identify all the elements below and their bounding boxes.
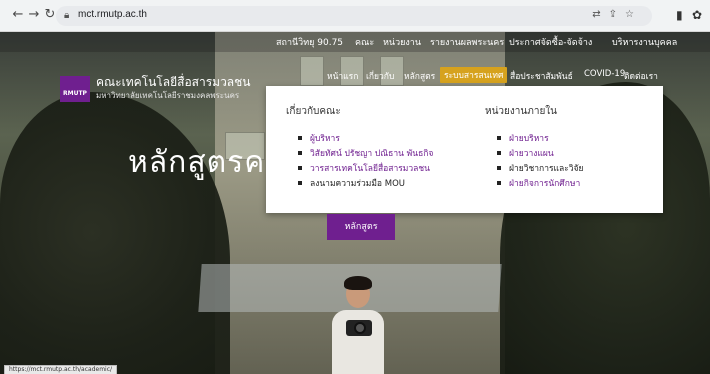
bullet-icon: [497, 136, 501, 140]
nav-curriculum[interactable]: หลักสูตร: [404, 69, 435, 83]
rmutp-logo[interactable]: RMUTP: [60, 76, 90, 102]
back-arrow-icon[interactable]: ←: [10, 7, 26, 23]
nav-pr-media[interactable]: สื่อประชาสัมพันธ์: [510, 69, 573, 83]
bullet-icon: [298, 181, 302, 185]
web-page: สถานีวิทยุ 90.75 คณะ หน่วยงาน รายงานผลพร…: [0, 32, 710, 374]
dropdown-item-student-affairs[interactable]: ฝ่ายกิจการนักศึกษา: [497, 177, 584, 192]
bullet-icon: [298, 151, 302, 155]
topbar-radio[interactable]: สถานีวิทยุ 90.75: [276, 35, 343, 49]
nav-covid[interactable]: COVID-19: [584, 69, 625, 79]
nav-home[interactable]: หน้าแรก: [327, 69, 358, 83]
dropdown-about-list: ผู้บริหาร วิสัยทัศน์ ปรัชญา ปณิธาน พันธก…: [298, 132, 433, 192]
dropdown-heading-about: เกี่ยวกับคณะ: [286, 106, 341, 117]
bullet-icon: [497, 181, 501, 185]
sidepanel-icon[interactable]: ▮: [676, 8, 683, 22]
top-utility-bar: สถานีวิทยุ 90.75 คณะ หน่วยงาน รายงานผลพร…: [0, 32, 710, 52]
topbar-faculty[interactable]: คณะ: [355, 35, 374, 49]
camera-icon: [346, 320, 372, 336]
star-icon[interactable]: ☆: [625, 9, 642, 20]
extension-icon[interactable]: ✿: [692, 8, 702, 22]
dropdown-item-planning[interactable]: ฝ่ายวางแผน: [497, 147, 584, 162]
dropdown-item-academic[interactable]: ฝ่ายวิชาการและวิจัย: [497, 162, 584, 177]
translate-icon[interactable]: ⇄: [592, 9, 608, 20]
omnibox-actions: ⇄⇪☆: [592, 9, 642, 20]
nav-contact[interactable]: ติดต่อเรา: [624, 69, 658, 83]
mega-dropdown: เกี่ยวกับคณะ ผู้บริหาร วิสัยทัศน์ ปรัชญา…: [266, 86, 663, 213]
browser-chrome: ← → ↻ 🔒︎ mct.rmutp.ac.th ⇄⇪☆ ▮ ✿: [0, 0, 710, 32]
curriculum-button[interactable]: หลักสูตร: [327, 214, 395, 240]
bullet-icon: [298, 166, 302, 170]
topbar-hr[interactable]: บริหารงานบุคคล: [612, 35, 677, 49]
share-icon[interactable]: ⇪: [609, 9, 625, 20]
photographer-figure: [332, 276, 384, 374]
background-tree-left: [0, 92, 230, 374]
dropdown-item-mou[interactable]: ลงนามความร่วมมือ MOU: [298, 177, 433, 192]
topbar-report[interactable]: รายงานผลพระนคร: [430, 35, 504, 49]
dropdown-heading-units: หน่วยงานภายใน: [485, 106, 558, 117]
topbar-units[interactable]: หน่วยงาน: [383, 35, 421, 49]
bullet-icon: [298, 136, 302, 140]
forward-arrow-icon[interactable]: →: [26, 7, 42, 23]
topbar-procurement[interactable]: ประกาศจัดซื้อ-จัดจ้าง: [509, 35, 592, 49]
dropdown-units-list: ฝ่ายบริหาร ฝ่ายวางแผน ฝ่ายวิชาการและวิจั…: [497, 132, 584, 192]
dropdown-item-vision[interactable]: วิสัยทัศน์ ปรัชญา ปณิธาน พันธกิจ: [298, 147, 433, 162]
dropdown-item-executives[interactable]: ผู้บริหาร: [298, 132, 433, 147]
dropdown-item-admin[interactable]: ฝ่ายบริหาร: [497, 132, 584, 147]
nav-info-system[interactable]: ระบบสารสนเทศ: [440, 67, 508, 83]
lock-icon: 🔒︎: [64, 10, 70, 21]
nav-about[interactable]: เกี่ยวกับ: [366, 69, 394, 83]
dropdown-item-journal[interactable]: วารสารเทคโนโลยีสื่อสารมวลชน: [298, 162, 433, 177]
background-window: [300, 56, 324, 86]
bullet-icon: [497, 151, 501, 155]
bullet-icon: [497, 166, 501, 170]
address-bar[interactable]: 🔒︎ mct.rmutp.ac.th ⇄⇪☆: [56, 6, 652, 26]
university-name: มหาวิทยาลัยเทคโนโลยีราชมงคลพระนคร: [96, 91, 240, 100]
link-status-bar: https://mct.rmutp.ac.th/academic/: [4, 365, 118, 374]
address-url[interactable]: mct.rmutp.ac.th: [78, 9, 147, 20]
